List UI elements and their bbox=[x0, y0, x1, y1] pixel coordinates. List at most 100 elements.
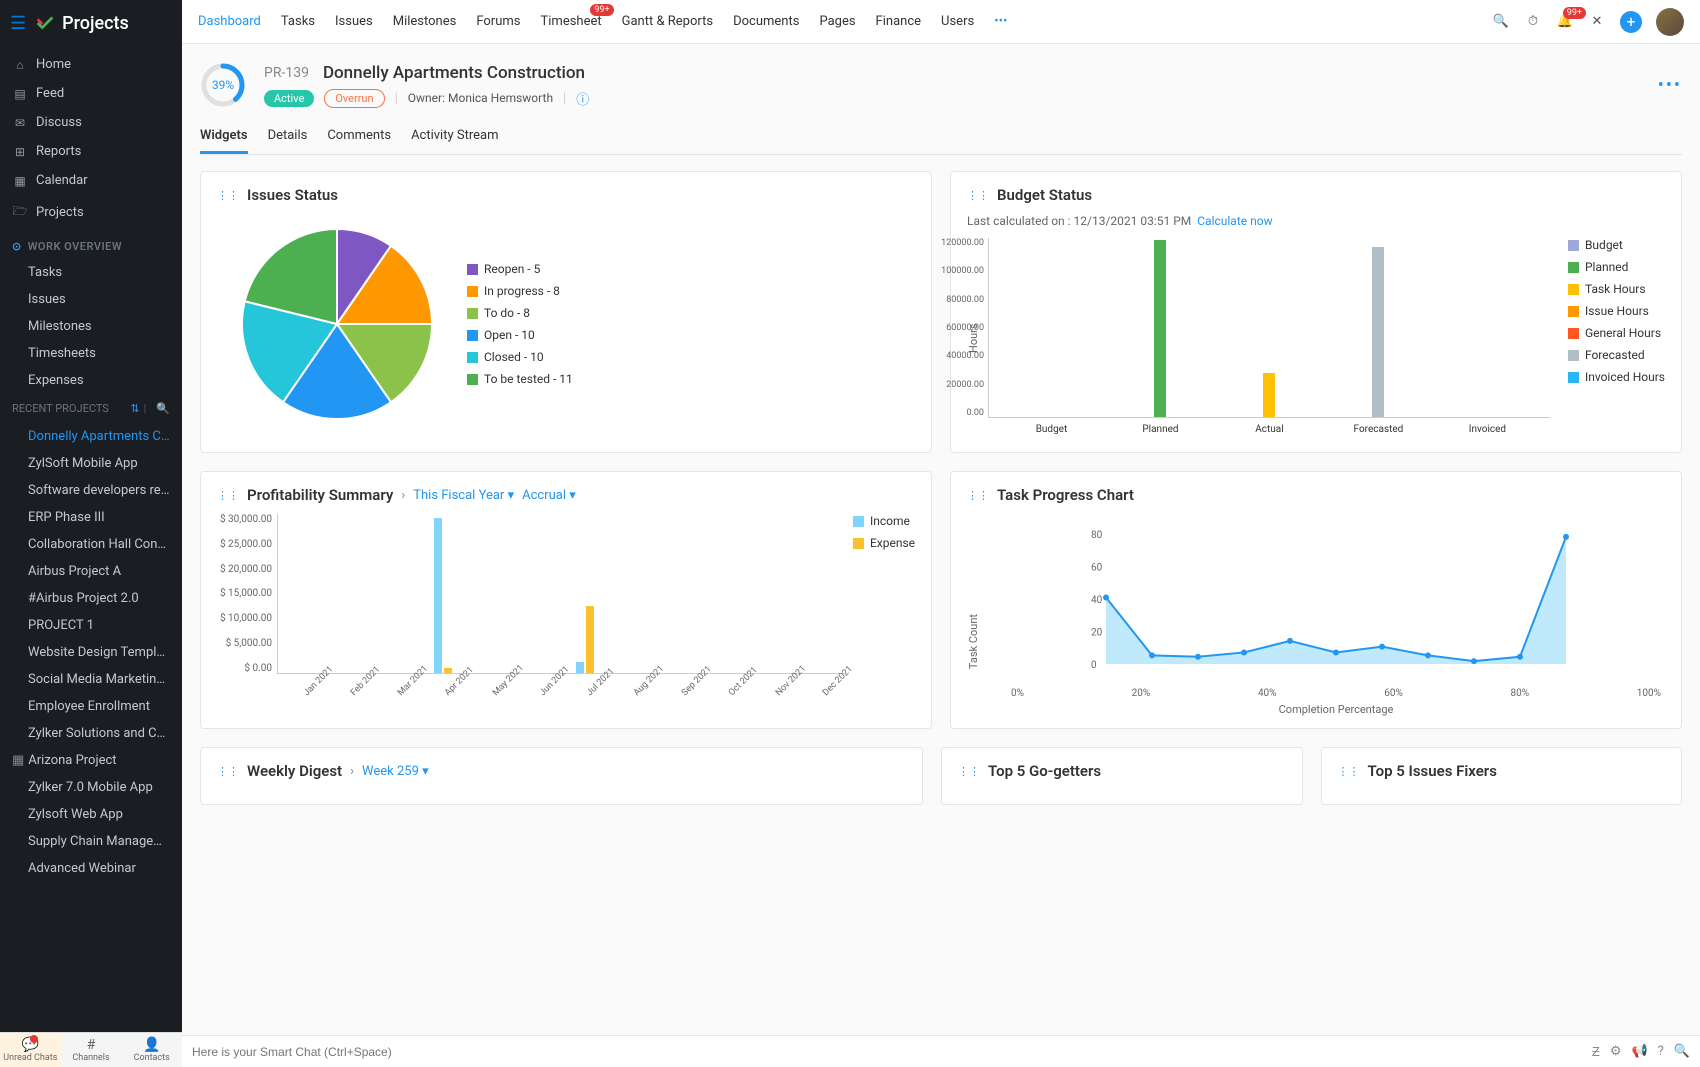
widget-title: Profitability Summary bbox=[247, 486, 393, 504]
nav-item[interactable]: ⌂Home bbox=[0, 50, 182, 79]
drag-handle-icon[interactable]: ⋮⋮ bbox=[217, 765, 239, 778]
timer-icon[interactable]: ⏱ bbox=[1524, 13, 1542, 31]
issues-status-widget: ⋮⋮ Issues Status Reopen - 5In progress -… bbox=[200, 171, 932, 453]
topnav-item[interactable]: Milestones bbox=[393, 10, 457, 33]
weekly-digest-widget: ⋮⋮ Weekly Digest › Week 259 ▾ bbox=[200, 747, 923, 805]
recent-project-item[interactable]: Advanced Webinar bbox=[0, 855, 182, 882]
recent-project-item[interactable]: #Airbus Project 2.0 bbox=[0, 585, 182, 612]
recent-project-item[interactable]: Employee Enrollment bbox=[0, 693, 182, 720]
nav-icon: ▦ bbox=[12, 174, 28, 188]
recent-project-item[interactable]: ▦Arizona Project bbox=[0, 747, 182, 774]
legend-item: Open - 10 bbox=[467, 328, 573, 342]
bottom-tab[interactable]: 👤Contacts bbox=[121, 1033, 182, 1067]
subtab[interactable]: Activity Stream bbox=[411, 120, 498, 154]
topnav-item[interactable]: Finance bbox=[876, 10, 921, 33]
recent-project-item[interactable]: Collaboration Hall Cons... bbox=[0, 531, 182, 558]
app-logo[interactable]: Projects bbox=[34, 12, 129, 34]
bottom-tab[interactable]: 💬Unread Chats bbox=[0, 1033, 61, 1067]
legend-item: Planned bbox=[1568, 260, 1665, 274]
section-header: ⊙ WORK OVERVIEW bbox=[0, 230, 182, 259]
recent-project-item[interactable]: Software developers re... bbox=[0, 477, 182, 504]
recent-project-item[interactable]: Website Design Templa... bbox=[0, 639, 182, 666]
nav-icon: ✉ bbox=[12, 116, 28, 130]
drag-handle-icon[interactable]: ⋮⋮ bbox=[217, 189, 239, 202]
calculate-now-link[interactable]: Calculate now bbox=[1197, 214, 1272, 228]
notifications-icon[interactable]: 🔔99+ bbox=[1556, 13, 1574, 31]
filter-icon[interactable]: ⇅ bbox=[130, 402, 139, 415]
drag-handle-icon[interactable]: ⋮⋮ bbox=[958, 765, 980, 778]
go-getters-widget: ⋮⋮ Top 5 Go-getters bbox=[941, 747, 1303, 805]
chat-announce-icon[interactable]: 📢 bbox=[1631, 1044, 1647, 1059]
nav-subitem[interactable]: Milestones bbox=[0, 313, 182, 340]
recent-project-item[interactable]: Zylker 7.0 Mobile App bbox=[0, 774, 182, 801]
subtab[interactable]: Details bbox=[268, 120, 308, 154]
recent-project-item[interactable]: Supply Chain Managem... bbox=[0, 828, 182, 855]
status-overrun-pill[interactable]: Overrun bbox=[324, 89, 384, 108]
issues-pie-chart bbox=[237, 224, 437, 424]
legend-item: Closed - 10 bbox=[467, 350, 573, 364]
status-active-pill[interactable]: Active bbox=[264, 90, 314, 107]
chat-search-icon[interactable]: 🔍 bbox=[1674, 1044, 1690, 1059]
recent-project-item[interactable]: Social Media Marketing... bbox=[0, 666, 182, 693]
nav-subitem[interactable]: Expenses bbox=[0, 367, 182, 394]
search-icon[interactable]: 🔍 bbox=[156, 402, 170, 415]
recent-project-item[interactable]: Zylsoft Web App bbox=[0, 801, 182, 828]
topnav-item[interactable]: Dashboard bbox=[198, 10, 261, 33]
project-more-icon[interactable]: ••• bbox=[1658, 75, 1682, 96]
info-icon[interactable]: ⓘ bbox=[576, 89, 589, 108]
legend-item: Forecasted bbox=[1568, 348, 1665, 362]
nav-item[interactable]: ▦Calendar bbox=[0, 166, 182, 195]
topnav-item[interactable]: Gantt & Reports bbox=[622, 10, 713, 33]
subtab[interactable]: Comments bbox=[327, 120, 391, 154]
nav-subitem[interactable]: Issues bbox=[0, 286, 182, 313]
topnav-item[interactable]: Pages bbox=[819, 10, 855, 33]
nav-item[interactable]: 🗁Projects bbox=[0, 195, 182, 230]
progress-percent: 39% bbox=[212, 78, 234, 92]
chat-settings-icon[interactable]: ⚙ bbox=[1610, 1044, 1622, 1059]
recent-project-item[interactable]: ERP Phase III bbox=[0, 504, 182, 531]
recent-project-item[interactable]: Airbus Project A bbox=[0, 558, 182, 585]
fiscal-year-dropdown[interactable]: This Fiscal Year ▾ bbox=[413, 488, 514, 503]
add-button[interactable]: + bbox=[1620, 11, 1642, 33]
task-progress-widget: ⋮⋮ Task Progress Chart Task Count 806040… bbox=[950, 471, 1682, 729]
week-dropdown[interactable]: Week 259 ▾ bbox=[362, 764, 429, 779]
search-icon[interactable]: 🔍 bbox=[1492, 13, 1510, 31]
legend-item: Issue Hours bbox=[1568, 304, 1665, 318]
topnav-item[interactable]: Timesheet99+ bbox=[541, 10, 602, 33]
accrual-dropdown[interactable]: Accrual ▾ bbox=[522, 488, 576, 503]
nav-subitem[interactable]: Tasks bbox=[0, 259, 182, 286]
topnav-item[interactable]: Users bbox=[941, 10, 974, 33]
hamburger-icon[interactable]: ☰ bbox=[10, 13, 26, 34]
drag-handle-icon[interactable]: ⋮⋮ bbox=[217, 489, 239, 502]
recent-project-item[interactable]: PROJECT 1 bbox=[0, 612, 182, 639]
nav-icon: 🗁 bbox=[12, 202, 28, 223]
top-nav: Dashboard Tasks Issues Milestones Forums Time… bbox=[182, 0, 1700, 44]
tools-icon[interactable]: ✕ bbox=[1588, 13, 1606, 31]
chat-help-icon[interactable]: ? bbox=[1658, 1044, 1664, 1059]
legend-item: Task Hours bbox=[1568, 282, 1665, 296]
drag-handle-icon[interactable]: ⋮⋮ bbox=[967, 189, 989, 202]
nav-icon: ▤ bbox=[12, 87, 28, 101]
topnav-item[interactable]: Issues bbox=[335, 10, 373, 33]
recent-project-item[interactable]: Zylker Solutions and Co... bbox=[0, 720, 182, 747]
nav-subitem[interactable]: Timesheets bbox=[0, 340, 182, 367]
more-menu-icon[interactable]: ••• bbox=[994, 14, 1007, 29]
nav-item[interactable]: ▤Feed bbox=[0, 79, 182, 108]
topnav-item[interactable]: Documents bbox=[733, 10, 799, 33]
y-axis-label: Task Count bbox=[967, 614, 980, 669]
topnav-item[interactable]: Forums bbox=[476, 10, 520, 33]
drag-handle-icon[interactable]: ⋮⋮ bbox=[1338, 765, 1360, 778]
recent-project-item[interactable]: ZylSoft Mobile App bbox=[0, 450, 182, 477]
subtab[interactable]: Widgets bbox=[200, 120, 248, 154]
nav-item[interactable]: ⊞Reports bbox=[0, 137, 182, 166]
user-avatar[interactable] bbox=[1656, 8, 1684, 36]
drag-handle-icon[interactable]: ⋮⋮ bbox=[967, 489, 989, 502]
nav-item[interactable]: ✉Discuss bbox=[0, 108, 182, 137]
recent-project-item[interactable]: Donnelly Apartments C... bbox=[0, 423, 182, 450]
nav-icon: ⌂ bbox=[12, 58, 28, 72]
chat-input[interactable] bbox=[192, 1045, 1582, 1059]
owner-name: Monica Hemsworth bbox=[448, 91, 553, 105]
chat-zia-icon[interactable]: Ƶ bbox=[1592, 1044, 1600, 1060]
topnav-item[interactable]: Tasks bbox=[281, 10, 315, 33]
bottom-tab[interactable]: #Channels bbox=[61, 1033, 122, 1067]
